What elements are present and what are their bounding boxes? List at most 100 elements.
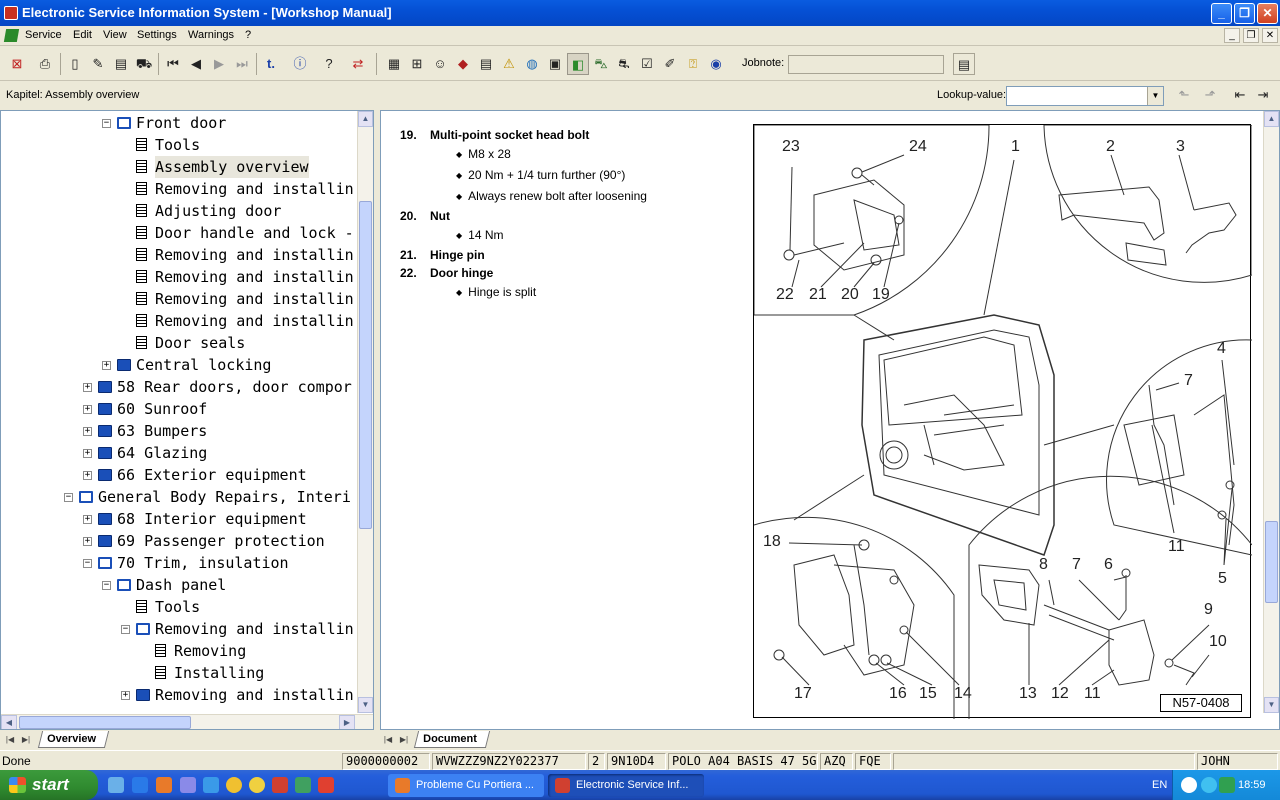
help-icon[interactable]: ? bbox=[318, 53, 340, 75]
menu-settings[interactable]: Settings bbox=[137, 29, 177, 41]
tree-item[interactable]: +58 Rear doors, door compor bbox=[83, 376, 352, 398]
tree-item[interactable]: Tools bbox=[136, 134, 200, 156]
up-level-icon[interactable]: t. bbox=[260, 53, 282, 75]
scroll-up-icon[interactable]: ▲ bbox=[358, 111, 373, 127]
expand-right-icon[interactable]: ⇥ bbox=[1252, 84, 1274, 106]
esi-quicklaunch-icon[interactable] bbox=[272, 777, 288, 793]
scroll-down-icon[interactable]: ▼ bbox=[358, 697, 373, 713]
document-scroll-thumb[interactable] bbox=[1265, 521, 1278, 603]
menu-warnings[interactable]: Warnings bbox=[188, 29, 234, 41]
messenger-icon[interactable] bbox=[249, 777, 265, 793]
tab-overview[interactable]: Overview bbox=[37, 731, 110, 748]
planet-icon[interactable]: ◉ bbox=[705, 53, 727, 75]
tree-scroll-thumb[interactable] bbox=[359, 201, 372, 529]
app-icon[interactable] bbox=[203, 777, 219, 793]
mdi-close-button[interactable]: ✕ bbox=[1262, 28, 1278, 43]
vehicle-icon[interactable]: ⛟ bbox=[133, 53, 155, 75]
edit-document-icon[interactable]: ✎ bbox=[87, 53, 109, 75]
wiring-icon[interactable]: ▦ bbox=[383, 53, 405, 75]
expand-icon[interactable]: + bbox=[83, 537, 92, 546]
media-player-icon[interactable] bbox=[226, 777, 242, 793]
document-vertical-scrollbar[interactable]: ▲ ▼ bbox=[1263, 111, 1279, 713]
car-icon[interactable]: ⛍ bbox=[590, 53, 612, 75]
scroll-up-icon[interactable]: ▲ bbox=[1264, 111, 1279, 127]
tree-item[interactable]: Removing and installin bbox=[136, 178, 354, 200]
mdi-restore-button[interactable]: ❐ bbox=[1243, 28, 1259, 43]
person-icon[interactable]: ☺ bbox=[429, 53, 451, 75]
internet-explorer-icon[interactable] bbox=[132, 777, 148, 793]
navigation-tree[interactable]: − Front door Tools Assembly overview Removin… bbox=[0, 110, 374, 730]
tree-item[interactable]: +68 Interior equipment bbox=[83, 508, 307, 530]
tree-horizontal-scrollbar[interactable]: ◀ ▶ bbox=[1, 714, 373, 729]
expand-icon[interactable]: + bbox=[83, 471, 92, 480]
new-document-icon[interactable]: ▯ bbox=[64, 53, 86, 75]
collapse-icon[interactable]: − bbox=[102, 581, 111, 590]
lookup-forward-icon[interactable]: ⬏ bbox=[1199, 84, 1221, 106]
scroll-down-icon[interactable]: ▼ bbox=[1264, 697, 1279, 713]
tree-item[interactable]: +66 Exterior equipment bbox=[83, 464, 307, 486]
tree-item[interactable]: − Front door bbox=[102, 112, 226, 134]
expand-icon[interactable]: + bbox=[121, 691, 130, 700]
tree-item[interactable]: − Dash panel bbox=[102, 574, 226, 596]
tree-item[interactable]: Tools bbox=[136, 596, 200, 618]
browser-icon[interactable] bbox=[180, 777, 196, 793]
tree-item[interactable]: +69 Passenger protection bbox=[83, 530, 325, 552]
tree-item[interactable]: Installing bbox=[155, 662, 264, 684]
tree-item[interactable]: − Removing and installin bbox=[121, 618, 354, 640]
jobnote-input[interactable] bbox=[788, 55, 944, 74]
jobnote-settings-icon[interactable]: ▤ bbox=[953, 53, 975, 75]
taskbar-item-firefox[interactable]: Probleme Cu Portiera ... bbox=[388, 774, 544, 797]
menu-edit[interactable]: Edit bbox=[73, 29, 92, 41]
exit-icon[interactable]: ⊠ bbox=[6, 53, 28, 75]
collapse-left-icon[interactable]: ⇤ bbox=[1229, 84, 1251, 106]
previous-icon[interactable]: ◀ bbox=[185, 53, 207, 75]
tree-item[interactable]: Removing and installin bbox=[136, 244, 354, 266]
tray-network-icon[interactable] bbox=[1201, 777, 1217, 793]
tree-item[interactable]: Assembly overview bbox=[136, 156, 309, 178]
list-icon[interactable]: ▤ bbox=[475, 53, 497, 75]
lookup-combobox[interactable]: ▼ bbox=[1006, 86, 1164, 106]
tree-item[interactable]: Door handle and lock - bbox=[136, 222, 354, 244]
tree-hscroll-thumb[interactable] bbox=[19, 716, 191, 729]
tab-document[interactable]: Document bbox=[413, 731, 490, 748]
first-icon[interactable]: ⏮ bbox=[162, 53, 184, 75]
expand-icon[interactable]: + bbox=[83, 515, 92, 524]
car-service-icon[interactable]: ⛐ bbox=[613, 53, 635, 75]
tree-item[interactable]: Removing and installin bbox=[136, 310, 354, 332]
collapse-icon[interactable]: − bbox=[102, 119, 111, 128]
tree-item[interactable]: Removing and installin bbox=[136, 288, 354, 310]
expand-icon[interactable]: + bbox=[83, 449, 92, 458]
expand-icon[interactable]: + bbox=[83, 427, 92, 436]
tab-next-icon[interactable]: ▶| bbox=[20, 733, 32, 746]
notes-icon[interactable]: ▤ bbox=[110, 53, 132, 75]
checklist-icon[interactable]: ☑ bbox=[636, 53, 658, 75]
tree-item[interactable]: +63 Bumpers bbox=[83, 420, 207, 442]
chevron-down-icon[interactable]: ▼ bbox=[1147, 87, 1163, 105]
tab-next-icon[interactable]: ▶| bbox=[398, 733, 410, 746]
tree-vertical-scrollbar[interactable]: ▲ ▼ bbox=[357, 111, 373, 713]
scroll-left-icon[interactable]: ◀ bbox=[1, 715, 17, 729]
menu-help[interactable]: ? bbox=[245, 29, 251, 41]
save-icon[interactable]: ▣ bbox=[544, 53, 566, 75]
edit-notes-icon[interactable]: ✐ bbox=[659, 53, 681, 75]
scroll-right-icon[interactable]: ▶ bbox=[339, 715, 355, 729]
explorer-icon[interactable] bbox=[295, 777, 311, 793]
minimize-button[interactable]: _ bbox=[1211, 3, 1232, 24]
collapse-icon[interactable]: − bbox=[64, 493, 73, 502]
tree-item[interactable]: − General Body Repairs, Interi bbox=[64, 486, 351, 508]
expand-icon[interactable]: + bbox=[83, 405, 92, 414]
collapse-icon[interactable]: − bbox=[121, 625, 130, 634]
next-icon[interactable]: ▶ bbox=[208, 53, 230, 75]
tree-item[interactable]: Removing and installin bbox=[136, 266, 354, 288]
expand-icon[interactable]: + bbox=[83, 383, 92, 392]
tree-item[interactable]: +60 Sunroof bbox=[83, 398, 207, 420]
firefox-icon[interactable] bbox=[156, 777, 172, 793]
tray-expand-icon[interactable] bbox=[1181, 777, 1197, 793]
document-menu-icon[interactable] bbox=[3, 29, 20, 42]
menu-view[interactable]: View bbox=[103, 29, 127, 41]
opera-icon[interactable] bbox=[318, 777, 334, 793]
menu-service[interactable]: Service bbox=[25, 29, 62, 41]
info-icon[interactable]: ⓘ bbox=[289, 53, 311, 75]
taskbar-item-esi[interactable]: Electronic Service Inf... bbox=[548, 774, 704, 797]
expand-icon[interactable]: + bbox=[102, 361, 111, 370]
